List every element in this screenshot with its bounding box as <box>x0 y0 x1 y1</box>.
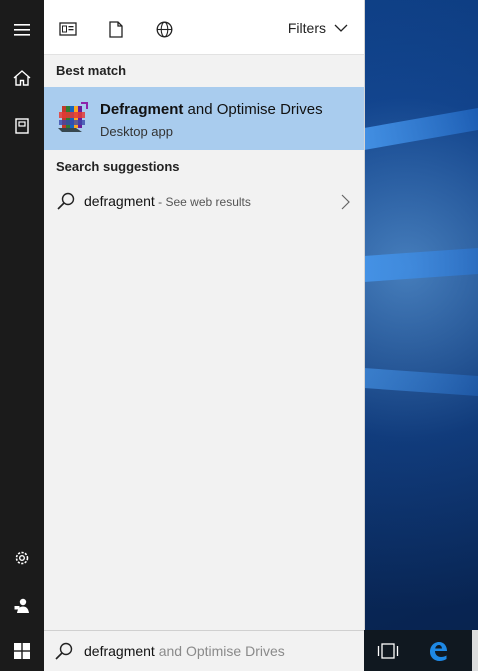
start-icon <box>14 642 30 659</box>
chevron-right-icon[interactable] <box>341 194 350 210</box>
feedback-button[interactable] <box>0 584 44 628</box>
suggestion-text: defragment - See web results <box>84 193 251 209</box>
best-match-heading: Best match <box>56 63 127 78</box>
notebook-button[interactable] <box>0 104 44 148</box>
home-button[interactable] <box>0 56 44 100</box>
start-button[interactable] <box>0 630 44 671</box>
best-match-title-rest: and Optimise Drives <box>183 101 323 118</box>
search-suggestions-heading: Search suggestions <box>56 159 180 174</box>
taskbar-edge-sliver <box>472 630 478 671</box>
search-typed-text: defragment <box>84 643 155 659</box>
home-icon <box>13 70 31 86</box>
best-match-subtitle: Desktop app <box>100 124 173 139</box>
hamburger-menu-button[interactable] <box>0 8 44 52</box>
scope-web-button[interactable] <box>149 14 179 44</box>
task-view-button[interactable] <box>366 630 410 671</box>
scope-bar: Filters <box>44 0 364 55</box>
documents-icon <box>109 20 123 38</box>
feedback-icon <box>14 598 29 613</box>
apps-icon <box>59 22 77 36</box>
notebook-icon <box>15 118 29 134</box>
wallpaper-beam <box>364 368 478 396</box>
search-icon <box>57 192 75 210</box>
edge-browser-button[interactable] <box>416 630 460 671</box>
scope-documents-button[interactable] <box>101 14 131 44</box>
edge-icon <box>430 641 447 661</box>
suggestion-web-hint: - See web results <box>154 195 251 209</box>
best-match-title-bold: Defragment <box>100 101 184 118</box>
taskbar-search-box[interactable]: defragment and Optimise Drives <box>44 630 364 671</box>
web-icon <box>156 21 172 37</box>
scope-apps-button[interactable] <box>53 14 83 44</box>
search-icon <box>55 642 73 660</box>
task-view-icon <box>377 642 399 659</box>
best-match-result[interactable]: Defragment and Optimise Drives Desktop a… <box>44 87 364 150</box>
settings-button[interactable] <box>0 536 44 580</box>
hamburger-icon <box>14 24 30 36</box>
search-autocomplete-hint: and Optimise Drives <box>154 643 285 659</box>
search-results-panel: Filters Best match Defragment and Optimi… <box>44 0 365 630</box>
filters-label: Filters <box>287 20 326 36</box>
filters-dropdown[interactable]: Filters <box>288 20 348 36</box>
taskbar: defragment and Optimise Drives <box>0 630 478 671</box>
start-left-rail <box>0 0 44 630</box>
suggestion-query: defragment <box>84 193 155 209</box>
best-match-title: Defragment and Optimise Drives <box>100 101 323 118</box>
defrag-app-icon <box>58 102 88 132</box>
settings-icon <box>15 551 29 565</box>
wallpaper-beam <box>364 248 478 282</box>
wallpaper-beam <box>364 107 478 151</box>
search-input[interactable]: defragment and Optimise Drives <box>84 643 285 659</box>
chevron-down-icon <box>334 24 348 32</box>
web-suggestion-item[interactable]: defragment - See web results <box>44 184 364 220</box>
